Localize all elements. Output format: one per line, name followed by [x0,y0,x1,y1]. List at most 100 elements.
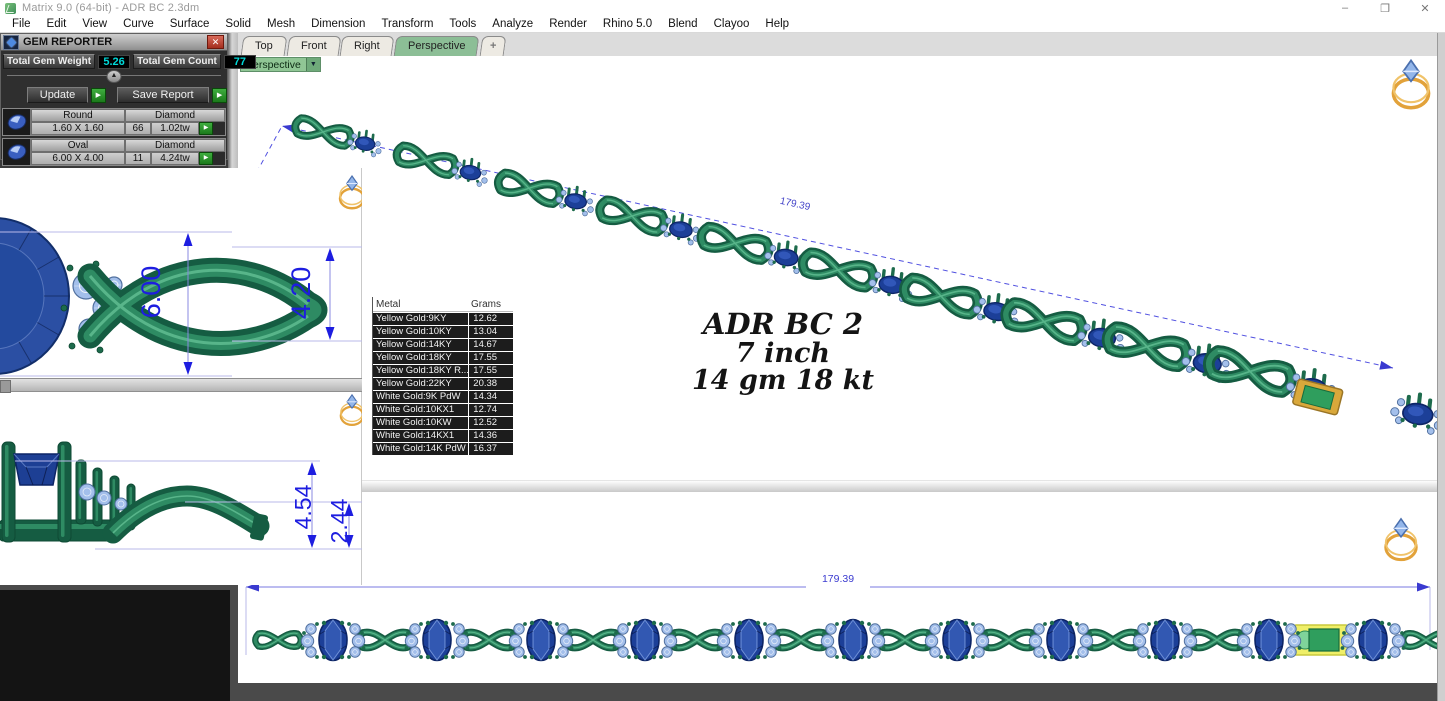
menu-item-surface[interactable]: Surface [162,18,218,30]
menu-item-view[interactable]: View [74,18,115,30]
close-icon[interactable]: ✕ [1405,2,1445,15]
design-annotation: ADR BC 2 7 inch 14 gm 18 kt [648,310,918,395]
gem-list: RoundDiamond1.60 X 1.60661.02tw▶OvalDiam… [1,103,227,166]
menu-bar: FileEditViewCurveSurfaceSolidMeshDimensi… [0,16,1445,33]
panel-collapse-button[interactable]: ▲ [107,70,122,83]
panel-edge-strip [228,33,238,168]
dimension-label-side-total: 4.54 [290,477,316,537]
menu-item-mesh[interactable]: Mesh [259,18,303,30]
panel-divider: ▲ [7,75,221,85]
bottom-margin [238,683,1437,701]
window-title: Matrix 9.0 (64-bit) - ADR BC 2.3dm [22,2,199,14]
annotation-name: ADR BC 2 [648,310,918,340]
chevron-down-icon[interactable]: ▼ [306,58,320,71]
gem-reporter-title: GEM REPORTER [23,36,112,48]
empty-panel-area [0,590,230,701]
metal-grams: 17.55 [469,365,513,377]
menu-item-file[interactable]: File [4,18,39,30]
metal-grams: 12.52 [469,417,513,429]
metal-table-row[interactable]: White Gold:9K PdW14.34 [373,391,513,403]
gem-shape: Round [31,109,125,122]
total-weight-value: 5.26 [98,55,130,69]
gem-thumbnail-icon [3,139,31,165]
menu-item-transform[interactable]: Transform [373,18,441,30]
right-scroll-strip[interactable] [1437,33,1445,701]
menu-item-clayoo[interactable]: Clayoo [706,18,758,30]
metal-name: White Gold:10KX1 [373,404,468,416]
annotation-weight: 14 gm 18 kt [648,367,918,395]
detail-view-splitter[interactable] [0,378,362,392]
menu-item-render[interactable]: Render [541,18,595,30]
menu-item-curve[interactable]: Curve [115,18,162,30]
menu-item-solid[interactable]: Solid [217,18,259,30]
dimension-label-height: 6.00 [136,257,164,327]
metal-table-row[interactable]: Yellow Gold:9KY12.62 [373,313,513,325]
metal-grams: 12.74 [469,404,513,416]
front-render[interactable] [238,492,1437,683]
gem-weight: 4.24tw [151,152,199,165]
save-report-go-icon[interactable]: ▶ [212,88,227,103]
metal-table-row[interactable]: White Gold:14KX114.36 [373,430,513,442]
gem-row[interactable]: OvalDiamond6.00 X 4.00114.24tw▶ [2,138,226,166]
save-report-button[interactable]: Save Report [117,87,209,103]
menu-item-analyze[interactable]: Analyze [484,18,541,30]
metal-name: Yellow Gold:18KY [373,352,468,364]
metal-table-row[interactable]: Yellow Gold:10KY13.04 [373,326,513,338]
metal-table-row[interactable]: Yellow Gold:18KY R...17.55 [373,365,513,377]
viewport-tab-front[interactable]: Front [286,36,340,56]
metal-grams: 14.67 [469,339,513,351]
gem-go-button[interactable]: ▶ [199,122,213,135]
metal-grams: 14.34 [469,391,513,403]
dimension-label-side-shank: 2.44 [326,491,352,551]
metal-name: Yellow Gold:9KY [373,313,468,325]
gem-shape: Oval [31,139,125,152]
metal-table-row[interactable]: Yellow Gold:14KY14.67 [373,339,513,351]
metal-grams: 20.38 [469,378,513,390]
gem-size: 1.60 X 1.60 [31,122,125,135]
menu-item-blend[interactable]: Blend [660,18,705,30]
gem-type: Diamond [125,139,225,152]
metal-table-row[interactable]: White Gold:10KX112.74 [373,404,513,416]
viewport-tab-perspective[interactable]: Perspective [394,36,480,56]
minimize-icon[interactable]: – [1325,2,1365,15]
gem-reporter-header[interactable]: GEM REPORTER ✕ [1,34,227,51]
gem-go-button[interactable]: ▶ [199,152,213,165]
application-window: Matrix 9.0 (64-bit) - ADR BC 2.3dm – ❐ ✕… [0,0,1445,701]
metal-table-row[interactable]: Yellow Gold:22KY20.38 [373,378,513,390]
app-icon [5,3,16,14]
metal-table-header: Metal Grams [373,297,513,312]
metal-name: Yellow Gold:10KY [373,326,468,338]
grams-column-header: Grams [471,299,501,310]
metal-name: White Gold:14K PdW [373,443,468,455]
viewport-tab-top[interactable]: Top [241,36,288,56]
total-count-label: Total Gem Count [133,54,221,69]
add-viewport-tab[interactable]: + [479,36,506,56]
metal-column-header: Metal [373,299,471,310]
maximize-icon[interactable]: ❐ [1365,2,1405,15]
gem-row[interactable]: RoundDiamond1.60 X 1.60661.02tw▶ [2,108,226,136]
menu-item-edit[interactable]: Edit [39,18,75,30]
metal-table-row[interactable]: Yellow Gold:18KY17.55 [373,352,513,364]
panel-close-icon[interactable]: ✕ [207,35,224,49]
front-viewport[interactable] [238,492,1437,683]
viewport-tab-bar: TopFrontRightPerspective+ [238,33,1437,56]
update-button[interactable]: Update [27,87,88,103]
metal-grams: 13.04 [469,326,513,338]
menu-item-dimension[interactable]: Dimension [303,18,373,30]
metal-name: White Gold:9K PdW [373,391,468,403]
metal-table-row[interactable]: White Gold:14K PdW16.37 [373,443,513,455]
gem-weight: 1.02tw [151,122,199,135]
viewport-tab-right[interactable]: Right [340,36,394,56]
metal-name: White Gold:14KX1 [373,430,468,442]
viewport-splitter[interactable] [238,480,1437,492]
annotation-size: 7 inch [648,340,918,368]
menu-item-help[interactable]: Help [757,18,797,30]
metal-name: Yellow Gold:14KY [373,339,468,351]
gem-thumbnail-icon [3,109,31,135]
menu-item-rhino-5-0[interactable]: Rhino 5.0 [595,18,660,30]
gem-totals-row: Total Gem Weight 5.26 Total Gem Count 77 [1,51,227,71]
metal-grams: 12.62 [469,313,513,325]
metal-table-row[interactable]: White Gold:10KW12.52 [373,417,513,429]
update-go-icon[interactable]: ▶ [91,88,106,103]
menu-item-tools[interactable]: Tools [441,18,484,30]
